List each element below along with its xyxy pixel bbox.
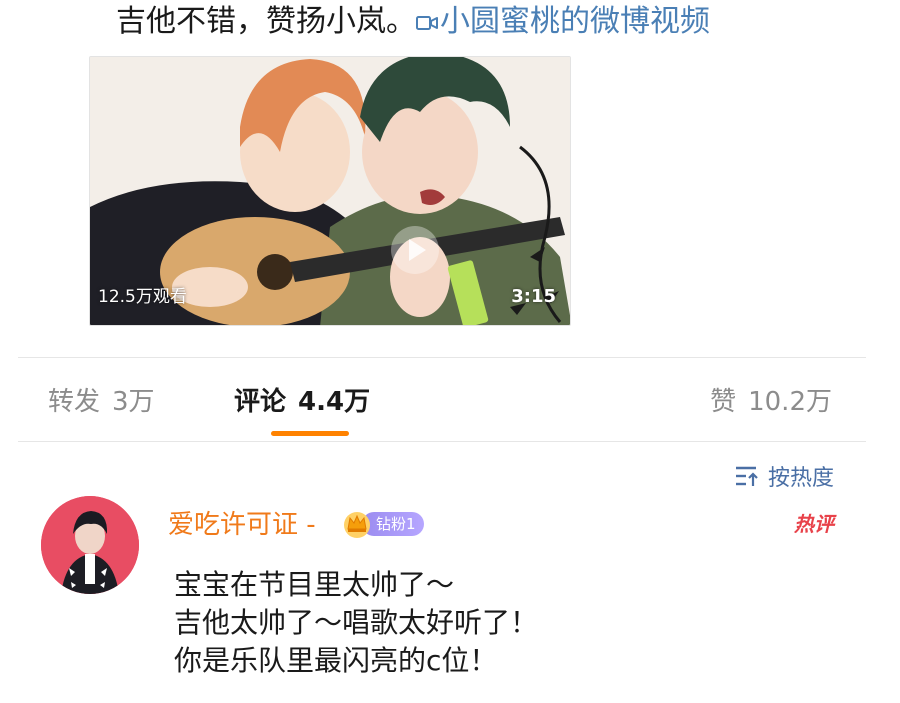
sort-by-hot-button[interactable]: 按热度 xyxy=(734,460,834,492)
video-thumbnail[interactable]: 12.5万观看 3:15 xyxy=(89,56,571,326)
comment-body: 宝宝在节目里太帅了～ 吉他太帅了～唱歌太好听了！ 你是乐队里最闪亮的c位！ xyxy=(174,566,538,680)
tab-likes-label: 赞 xyxy=(710,387,737,417)
comment-line: 你是乐队里最闪亮的c位！ xyxy=(174,644,498,677)
video-link[interactable]: 小圆蜜桃的微博视频 xyxy=(416,4,710,39)
divider xyxy=(18,441,866,442)
video-link-label: 小圆蜜桃的微博视频 xyxy=(440,4,710,39)
tab-likes[interactable]: 赞 10.2万 xyxy=(710,384,832,420)
fan-badge[interactable]: 钻粉1 xyxy=(342,509,424,539)
hot-comment-badge: 热评 xyxy=(794,512,834,536)
tab-repost-count: 3万 xyxy=(112,387,155,417)
post-text-content: 吉他不错，赞扬小岚。 xyxy=(116,4,416,39)
active-tab-indicator xyxy=(271,431,349,436)
video-duration: 3:15 xyxy=(511,286,556,307)
view-count: 12.5万观看 xyxy=(98,287,187,307)
tab-likes-count: 10.2万 xyxy=(748,387,832,417)
sort-label: 按热度 xyxy=(767,466,834,491)
comment-line: 宝宝在节目里太帅了～ xyxy=(174,568,455,601)
tab-repost[interactable]: 转发 3万 xyxy=(48,384,155,420)
crown-icon xyxy=(344,512,370,538)
tab-comments-label: 评论 xyxy=(234,387,287,417)
tab-comments[interactable]: 评论 4.4万 xyxy=(234,384,370,420)
divider xyxy=(18,357,866,358)
comment-line: 吉他太帅了～唱歌太好听了！ xyxy=(174,606,539,639)
tab-repost-label: 转发 xyxy=(48,387,101,417)
play-icon[interactable] xyxy=(390,225,440,275)
post-text: 吉他不错，赞扬小岚。 小圆蜜桃的微博视频 xyxy=(116,2,710,42)
avatar-image xyxy=(41,496,139,594)
video-camera-icon xyxy=(416,16,438,30)
tab-comments-count: 4.4万 xyxy=(298,387,371,417)
comment-username[interactable]: 爱吃许可证 - xyxy=(168,508,316,542)
sort-icon xyxy=(735,466,758,486)
avatar[interactable] xyxy=(41,496,139,594)
